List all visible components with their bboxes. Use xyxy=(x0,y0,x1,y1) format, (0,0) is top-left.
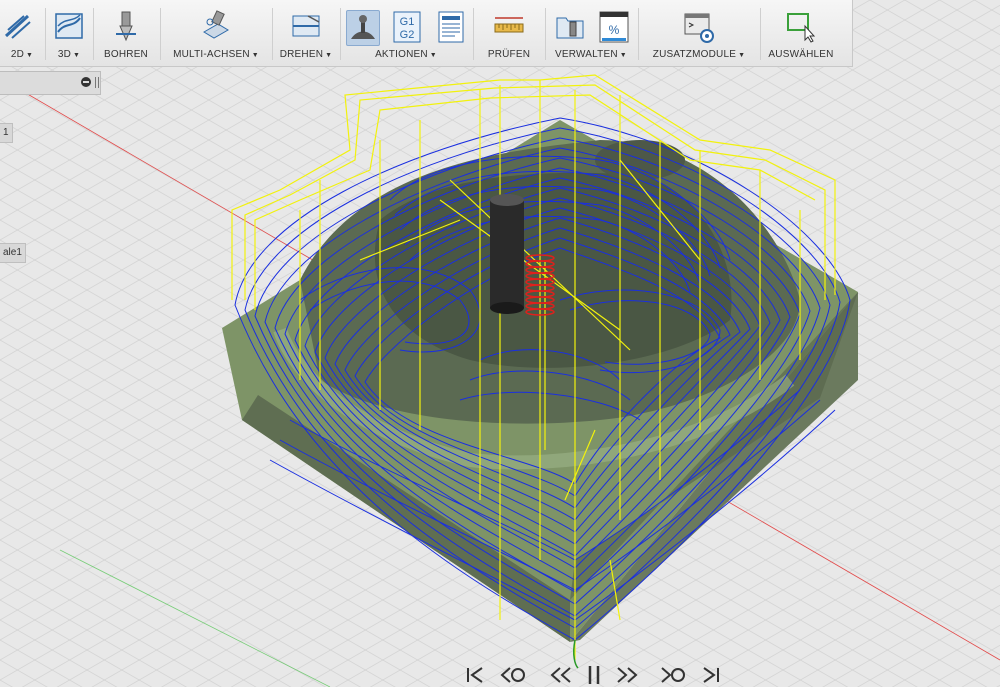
pause-icon[interactable] xyxy=(580,662,608,687)
step-back-icon[interactable] xyxy=(498,662,526,687)
step-forward-icon[interactable] xyxy=(658,662,686,687)
toolbar-group-drehen[interactable]: DREHEN ▼ xyxy=(273,0,339,66)
simulate-icon[interactable] xyxy=(346,10,380,46)
collapse-icon[interactable] xyxy=(81,77,91,87)
2d-milling-icon[interactable] xyxy=(2,10,34,44)
select-icon[interactable] xyxy=(785,10,817,44)
toolbar-label-drehen: DREHEN ▼ xyxy=(279,49,333,60)
browser-tag-setup[interactable]: 1 xyxy=(0,123,13,143)
toolbar-group-aktionen[interactable]: G1 G2 AKTIONEN ▼ xyxy=(341,0,471,66)
toolbar-label-zusatzmodule: ZUSATZMODULE ▼ xyxy=(652,49,746,60)
fast-forward-icon[interactable] xyxy=(614,662,642,687)
skip-start-icon[interactable] xyxy=(460,662,488,687)
tool-library-icon[interactable] xyxy=(554,10,586,44)
measure-icon[interactable] xyxy=(493,10,525,44)
playback-controls xyxy=(460,662,730,687)
toolbar-label-multi-achsen: MULTI-ACHSEN ▼ xyxy=(173,49,259,60)
toolbar-group-auswaehlen[interactable]: AUSWÄHLEN xyxy=(761,0,841,66)
3d-viewport[interactable] xyxy=(0,0,1000,687)
turning-icon[interactable] xyxy=(290,10,322,44)
panel-grip-icon[interactable] xyxy=(95,77,99,88)
toolbar-label-auswaehlen: AUSWÄHLEN xyxy=(768,49,834,60)
toolbar-label-3d: 3D ▼ xyxy=(57,49,81,60)
toolbar-label-pruefen: PRÜFEN xyxy=(487,49,531,60)
toolbar-group-multi-achsen[interactable]: MULTI-ACHSEN ▼ xyxy=(161,0,271,66)
toolbar-group-3d[interactable]: 3D ▼ xyxy=(46,0,92,66)
addins-icon[interactable] xyxy=(683,10,715,44)
svg-text:%: % xyxy=(609,23,620,37)
post-process-icon[interactable]: G1 G2 xyxy=(391,10,423,44)
toolbar-label-aktionen: AKTIONEN ▼ xyxy=(375,49,437,60)
drill-icon[interactable] xyxy=(110,10,142,44)
svg-text:G1: G1 xyxy=(400,16,415,28)
toolbar-group-verwalten[interactable]: % VERWALTEN ▼ xyxy=(546,0,636,66)
toolbar-group-bohren[interactable]: BOHREN xyxy=(94,0,158,66)
rewind-icon[interactable] xyxy=(546,662,574,687)
3d-milling-icon[interactable] xyxy=(53,10,85,44)
svg-text:G2: G2 xyxy=(400,29,415,41)
browser-tag-scale[interactable]: ale1 xyxy=(0,243,26,263)
toolbar-label-verwalten: VERWALTEN ▼ xyxy=(555,49,627,60)
browser-panel-header xyxy=(0,71,101,95)
skip-end-icon[interactable] xyxy=(698,662,726,687)
multi-axis-icon[interactable] xyxy=(200,10,232,44)
toolbar: 2D ▼ 3D ▼ BOHREN MULTI-ACHSEN ▼ DREHEN ▼… xyxy=(0,0,853,67)
toolbar-group-2d[interactable]: 2D ▼ xyxy=(0,0,44,66)
toolbar-label-bohren: BOHREN xyxy=(104,49,148,60)
toolbar-group-zusatzmodule[interactable]: ZUSATZMODULE ▼ xyxy=(639,0,759,66)
setup-sheet-icon[interactable] xyxy=(435,10,467,44)
toolbar-label-2d: 2D ▼ xyxy=(10,49,34,60)
post-library-icon[interactable]: % xyxy=(598,10,630,44)
toolbar-group-pruefen[interactable]: PRÜFEN xyxy=(474,0,544,66)
